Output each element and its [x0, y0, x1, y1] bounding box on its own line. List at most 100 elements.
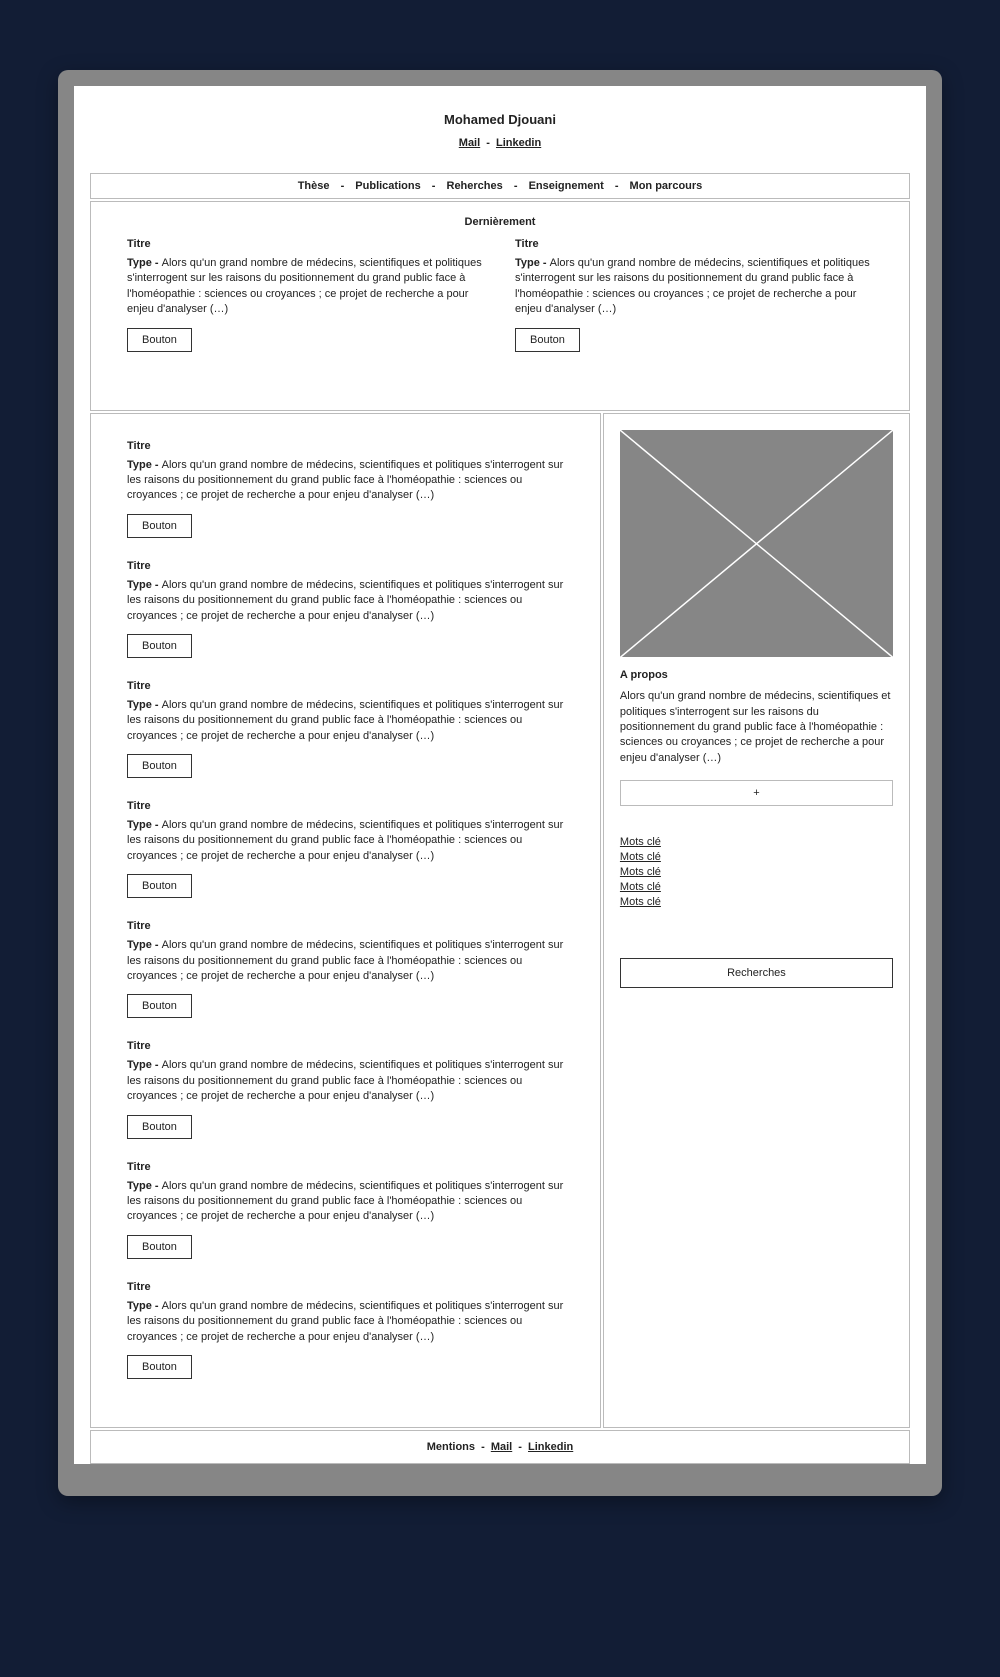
wireframe-frame: Mohamed Djouani Mail - Linkedin Thèse - …	[58, 70, 942, 1496]
item-type-label: Type -	[127, 939, 162, 951]
list-item: Titre Type - Alors qu'un grand nombre de…	[127, 1281, 564, 1379]
item-desc-text: Alors qu'un grand nombre de médecins, sc…	[127, 257, 482, 315]
recent-columns: Titre Type - Alors qu'un grand nombre de…	[127, 238, 873, 374]
item-type-label: Type -	[127, 459, 162, 471]
item-title: Titre	[127, 440, 564, 452]
item-desc-text: Alors qu'un grand nombre de médecins, sc…	[127, 1180, 563, 1223]
item-title: Titre	[127, 920, 564, 932]
item-type-label: Type -	[127, 579, 162, 591]
item-title: Titre	[127, 680, 564, 692]
item-description: Type - Alors qu'un grand nombre de médec…	[515, 256, 873, 318]
header-links: Mail - Linkedin	[74, 137, 926, 149]
item-type-label: Type -	[127, 257, 162, 269]
item-title: Titre	[127, 1161, 564, 1173]
recent-item: Titre Type - Alors qu'un grand nombre de…	[127, 238, 485, 352]
image-placeholder-icon	[620, 430, 893, 658]
item-description: Type - Alors qu'un grand nombre de médec…	[127, 578, 564, 624]
item-title: Titre	[127, 238, 485, 250]
recent-title: Dernièrement	[127, 216, 873, 228]
sidebar: A propos Alors qu'un grand nombre de méd…	[603, 413, 910, 1428]
item-type-label: Type -	[127, 699, 162, 711]
item-description: Type - Alors qu'un grand nombre de médec…	[127, 1058, 564, 1104]
item-desc-text: Alors qu'un grand nombre de médecins, sc…	[127, 939, 563, 982]
separator: -	[615, 180, 619, 192]
item-desc-text: Alors qu'un grand nombre de médecins, sc…	[127, 459, 563, 502]
item-button[interactable]: Bouton	[127, 1235, 192, 1259]
keyword-link[interactable]: Mots clé	[620, 836, 893, 848]
item-button[interactable]: Bouton	[127, 634, 192, 658]
list-item: Titre Type - Alors qu'un grand nombre de…	[127, 560, 564, 658]
list-item: Titre Type - Alors qu'un grand nombre de…	[127, 440, 564, 538]
recent-panel: Dernièrement Titre Type - Alors qu'un gr…	[90, 201, 910, 411]
item-desc-text: Alors qu'un grand nombre de médecins, sc…	[127, 819, 563, 862]
item-type-label: Type -	[127, 1059, 162, 1071]
header: Mohamed Djouani Mail - Linkedin	[74, 86, 926, 167]
keywords-list: Mots clé Mots clé Mots clé Mots clé Mots…	[620, 836, 893, 908]
nav-item-enseignement[interactable]: Enseignement	[529, 180, 604, 192]
item-title: Titre	[127, 560, 564, 572]
list-item: Titre Type - Alors qu'un grand nombre de…	[127, 680, 564, 778]
list-item: Titre Type - Alors qu'un grand nombre de…	[127, 920, 564, 1018]
nav-item-parcours[interactable]: Mon parcours	[630, 180, 703, 192]
separator: -	[486, 137, 490, 149]
recherches-button[interactable]: Recherches	[620, 958, 893, 988]
item-description: Type - Alors qu'un grand nombre de médec…	[127, 458, 564, 504]
linkedin-link[interactable]: Linkedin	[496, 137, 541, 149]
page: Mohamed Djouani Mail - Linkedin Thèse - …	[74, 86, 926, 1464]
item-type-label: Type -	[127, 819, 162, 831]
item-description: Type - Alors qu'un grand nombre de médec…	[127, 938, 564, 984]
main-list: Titre Type - Alors qu'un grand nombre de…	[90, 413, 601, 1428]
footer-mail-link[interactable]: Mail	[491, 1441, 512, 1453]
item-button[interactable]: Bouton	[127, 1115, 192, 1139]
footer: Mentions - Mail - Linkedin	[90, 1430, 910, 1464]
item-description: Type - Alors qu'un grand nombre de médec…	[127, 698, 564, 744]
nav-item-recherches[interactable]: Reherches	[447, 180, 503, 192]
item-title: Titre	[127, 800, 564, 812]
keyword-link[interactable]: Mots clé	[620, 881, 893, 893]
item-title: Titre	[127, 1281, 564, 1293]
expand-button[interactable]: +	[620, 780, 893, 806]
item-type-label: Type -	[127, 1180, 162, 1192]
item-type-label: Type -	[515, 257, 550, 269]
item-button[interactable]: Bouton	[127, 874, 192, 898]
item-title: Titre	[515, 238, 873, 250]
footer-linkedin-link[interactable]: Linkedin	[528, 1441, 573, 1453]
item-type-label: Type -	[127, 1300, 162, 1312]
item-desc-text: Alors qu'un grand nombre de médecins, sc…	[127, 1300, 563, 1343]
list-item: Titre Type - Alors qu'un grand nombre de…	[127, 1040, 564, 1138]
item-button[interactable]: Bouton	[127, 328, 192, 352]
item-desc-text: Alors qu'un grand nombre de médecins, sc…	[127, 699, 563, 742]
separator: -	[481, 1441, 485, 1453]
separator: -	[514, 180, 518, 192]
item-button[interactable]: Bouton	[127, 754, 192, 778]
item-description: Type - Alors qu'un grand nombre de médec…	[127, 818, 564, 864]
main-row: Titre Type - Alors qu'un grand nombre de…	[90, 413, 910, 1428]
item-description: Type - Alors qu'un grand nombre de médec…	[127, 1179, 564, 1225]
footer-mentions[interactable]: Mentions	[427, 1441, 475, 1453]
mail-link[interactable]: Mail	[459, 137, 480, 149]
nav-row: Thèse - Publications - Reherches - Ensei…	[90, 173, 910, 199]
keyword-link[interactable]: Mots clé	[620, 896, 893, 908]
recent-item: Titre Type - Alors qu'un grand nombre de…	[515, 238, 873, 352]
item-title: Titre	[127, 1040, 564, 1052]
item-desc-text: Alors qu'un grand nombre de médecins, sc…	[515, 257, 870, 315]
nav-item-publications[interactable]: Publications	[355, 180, 420, 192]
item-button[interactable]: Bouton	[127, 514, 192, 538]
about-title: A propos	[620, 669, 893, 681]
about-text: Alors qu'un grand nombre de médecins, sc…	[620, 689, 893, 766]
keyword-link[interactable]: Mots clé	[620, 851, 893, 863]
item-description: Type - Alors qu'un grand nombre de médec…	[127, 256, 485, 318]
item-description: Type - Alors qu'un grand nombre de médec…	[127, 1299, 564, 1345]
separator: -	[432, 180, 436, 192]
list-item: Titre Type - Alors qu'un grand nombre de…	[127, 800, 564, 898]
item-button[interactable]: Bouton	[515, 328, 580, 352]
item-button[interactable]: Bouton	[127, 994, 192, 1018]
item-desc-text: Alors qu'un grand nombre de médecins, sc…	[127, 1059, 563, 1102]
separator: -	[518, 1441, 522, 1453]
keyword-link[interactable]: Mots clé	[620, 866, 893, 878]
item-button[interactable]: Bouton	[127, 1355, 192, 1379]
nav-item-these[interactable]: Thèse	[298, 180, 330, 192]
item-desc-text: Alors qu'un grand nombre de médecins, sc…	[127, 579, 563, 622]
author-name: Mohamed Djouani	[74, 112, 926, 127]
separator: -	[341, 180, 345, 192]
